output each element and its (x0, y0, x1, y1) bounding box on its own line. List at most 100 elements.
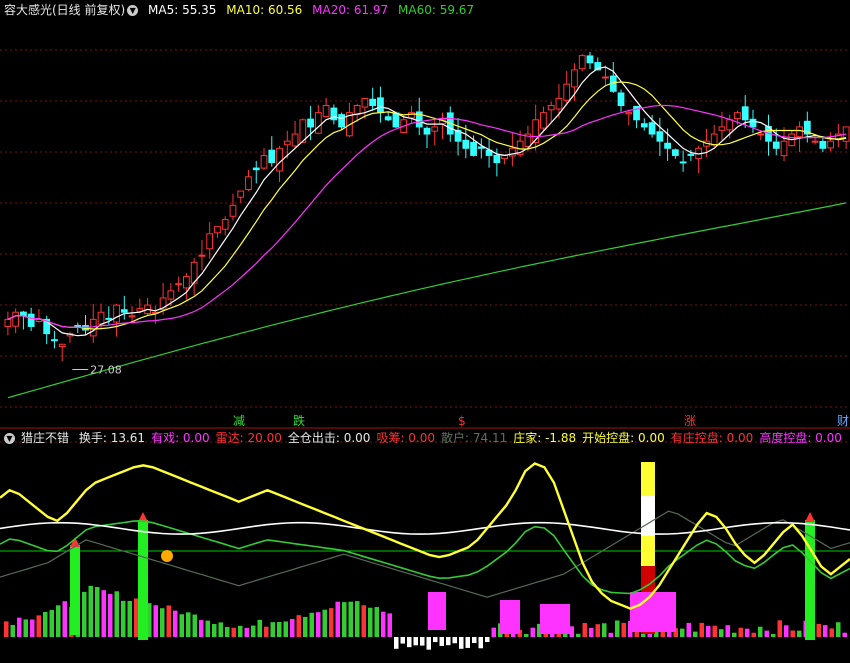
histogram-bar (745, 628, 750, 637)
signal-label: $ (458, 414, 466, 428)
candle-body (408, 112, 415, 119)
histogram-bar (192, 614, 197, 637)
histogram-bar (777, 620, 782, 637)
histogram-bar (179, 614, 184, 637)
candle-body (245, 176, 252, 191)
histogram-bar (309, 612, 314, 637)
histogram-bar (257, 619, 262, 637)
candle-body (361, 97, 369, 108)
candle-body (206, 233, 214, 250)
candle-body (175, 283, 183, 286)
candle-body (540, 112, 547, 129)
histogram-bar (550, 633, 555, 637)
histogram-bar (394, 637, 399, 649)
signal-dot-icon (161, 550, 173, 562)
histogram-bar (153, 605, 158, 637)
candle-body (811, 140, 819, 143)
histogram-bar (82, 591, 87, 637)
candle-body (105, 317, 113, 320)
candle-body (268, 149, 276, 164)
candle-body (314, 112, 322, 134)
histogram-bar (829, 628, 834, 637)
candle-body (183, 276, 190, 289)
histogram-bar (452, 637, 457, 644)
histogram-bar (296, 615, 301, 637)
histogram-bar (524, 633, 529, 637)
histogram-bar (342, 602, 347, 637)
histogram-bar (43, 611, 48, 637)
indicator-legend-item: 全仓出击: 0.00 (287, 431, 371, 445)
candle-body (89, 318, 97, 337)
stock-title[interactable]: 容大感光(日线 前复权) (4, 3, 125, 17)
signal-label: 跌 (293, 414, 306, 428)
candle-body (462, 139, 470, 149)
candle-body (97, 311, 105, 325)
histogram-bar (17, 617, 22, 637)
histogram-bar (595, 624, 600, 637)
histogram-bar (823, 625, 828, 637)
histogram-bar (602, 623, 607, 637)
candle-body (214, 226, 221, 234)
histogram-bar (400, 637, 405, 644)
up-arrow-icon (805, 512, 815, 522)
ma60-label: MA60: 59.67 (398, 3, 475, 17)
histogram-bar (706, 625, 711, 637)
candle-body (734, 112, 741, 120)
histogram-bar (615, 620, 620, 637)
candle-body (252, 167, 260, 171)
histogram-bar (790, 630, 795, 637)
histogram-bar (264, 626, 269, 637)
histogram-bar (589, 627, 594, 637)
histogram-bar (329, 608, 334, 637)
histogram-bar (30, 619, 35, 637)
indicator-legend-item: 散户: 74.11 (441, 431, 508, 445)
histogram-bar (784, 625, 789, 637)
stock-chart[interactable]: 27.08 (0, 0, 850, 663)
candle-body (237, 190, 245, 198)
histogram-bar (680, 628, 685, 637)
chevron-down-icon[interactable]: ▼ (4, 433, 15, 444)
candle-body (260, 154, 268, 169)
candle-body (819, 140, 827, 149)
histogram-bar (277, 621, 282, 637)
candle-body (640, 123, 648, 128)
histogram-bar (764, 630, 769, 637)
histogram-bar (608, 632, 613, 637)
green-line (0, 520, 850, 595)
histogram-bar (127, 600, 132, 637)
candle-body (687, 153, 695, 156)
histogram-bar (348, 601, 353, 637)
banker-line (0, 462, 850, 610)
histogram-bar (49, 610, 54, 637)
candle-body (749, 118, 757, 128)
histogram-bar (121, 600, 126, 637)
histogram-bar (114, 591, 119, 637)
accumulation-block (630, 592, 676, 632)
histogram-bar (439, 637, 444, 646)
histogram-bar (816, 623, 821, 637)
histogram-bar (491, 627, 496, 637)
histogram-bar (322, 609, 327, 637)
signal-column (70, 545, 80, 635)
histogram-bar (199, 620, 204, 637)
histogram-bar (374, 607, 379, 637)
histogram-bar (4, 621, 9, 637)
chevron-down-icon[interactable]: ▼ (127, 5, 139, 16)
indicator-legend-item: 庄家: -1.88 (513, 431, 577, 445)
histogram-bar (732, 632, 737, 637)
histogram-bar (186, 612, 191, 637)
indicator-legend: ▼ 猎庄不错 换手: 13.61 有戏: 0.00 雷达: 20.00 全仓出击: 0.… (4, 430, 850, 446)
signal-label: 财 (837, 414, 850, 428)
histogram-bar (725, 625, 730, 637)
histogram-bar (335, 601, 340, 637)
candle-body (780, 140, 788, 157)
candle-body (726, 119, 734, 131)
histogram-bar (212, 624, 217, 637)
histogram-bar (218, 622, 223, 637)
histogram-bar (413, 637, 418, 646)
candle-body (741, 106, 749, 121)
accumulation-block (428, 592, 446, 630)
histogram-bar (108, 594, 113, 637)
indicator-title[interactable]: 猎庄不错 (21, 431, 69, 445)
histogram-bar (251, 625, 256, 637)
